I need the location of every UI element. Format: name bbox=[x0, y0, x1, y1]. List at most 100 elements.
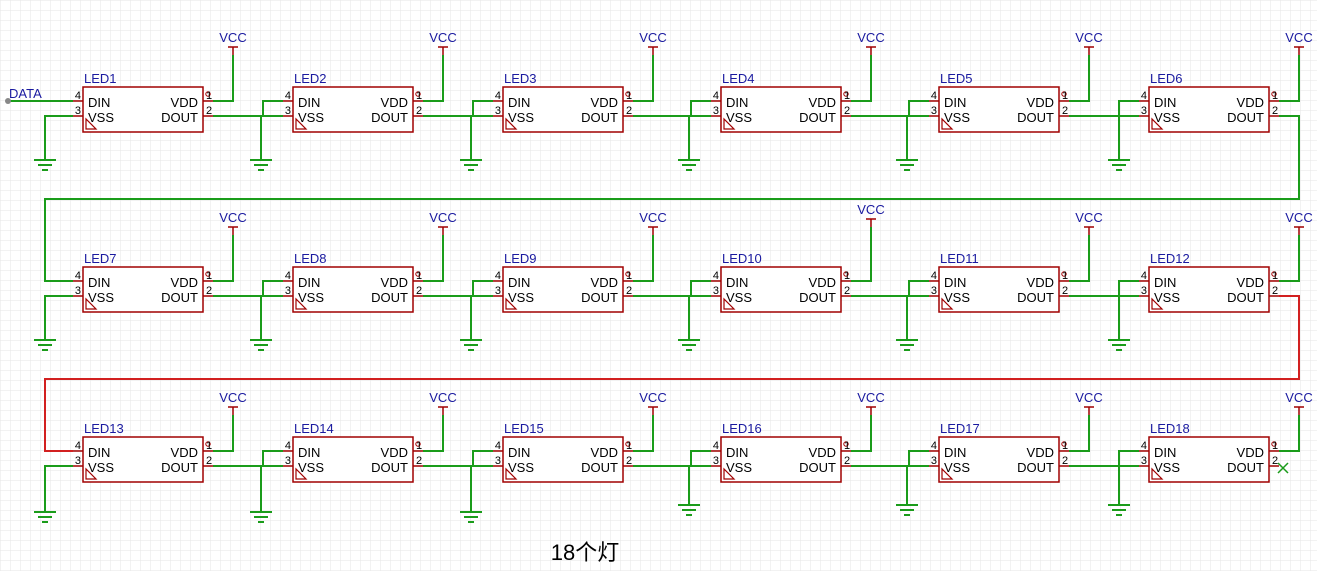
pin-label-dout: DOUT bbox=[581, 460, 618, 475]
pin-num-dout: 2 bbox=[1062, 455, 1068, 467]
pin-num-din: 4 bbox=[931, 270, 937, 282]
pin-label-dout: DOUT bbox=[1227, 460, 1264, 475]
pin-num-vss: 3 bbox=[931, 455, 937, 467]
pin-label-dout: DOUT bbox=[581, 290, 618, 305]
data-net-label: DATA bbox=[9, 86, 42, 101]
pin-num-vdd: 1 bbox=[844, 90, 850, 102]
led-ref-label: LED17 bbox=[940, 421, 980, 436]
pin-num-vss: 3 bbox=[931, 105, 937, 117]
pin-label-dout: DOUT bbox=[799, 290, 836, 305]
led-ref-label: LED3 bbox=[504, 71, 537, 86]
pin-label-dout: DOUT bbox=[371, 290, 408, 305]
pin-num-din: 4 bbox=[285, 270, 291, 282]
pin-label-din: DIN bbox=[1154, 95, 1176, 110]
pin-label-din: DIN bbox=[508, 445, 530, 460]
pin-label-vss: VSS bbox=[1154, 290, 1180, 305]
schematic-canvas[interactable]: LED1 4 3 1 2 DIN VSS VDD DOUT VCC LED2 4 3 1 2 DIN VSS VD… bbox=[0, 0, 1317, 571]
pin-num-din: 4 bbox=[931, 440, 937, 452]
pin-label-vdd: VDD bbox=[1237, 95, 1264, 110]
pin-label-din: DIN bbox=[298, 275, 320, 290]
led-ref-label: LED7 bbox=[84, 251, 117, 266]
pin-label-vss: VSS bbox=[298, 110, 324, 125]
pin-num-vss: 3 bbox=[931, 285, 937, 297]
pin-num-vss: 3 bbox=[75, 285, 81, 297]
pin-num-dout: 2 bbox=[844, 105, 850, 117]
pin-num-vss: 3 bbox=[713, 105, 719, 117]
pin-label-vdd: VDD bbox=[381, 445, 408, 460]
pin-num-din: 4 bbox=[495, 440, 501, 452]
pin-label-vdd: VDD bbox=[591, 95, 618, 110]
vcc-label: VCC bbox=[639, 390, 666, 405]
pin-num-vss: 3 bbox=[495, 455, 501, 467]
pin-label-din: DIN bbox=[88, 275, 110, 290]
pin-num-vss: 3 bbox=[1141, 105, 1147, 117]
pin-label-vdd: VDD bbox=[809, 445, 836, 460]
led-ref-label: LED8 bbox=[294, 251, 327, 266]
pin-num-din: 4 bbox=[1141, 270, 1147, 282]
pin-num-dout: 2 bbox=[626, 105, 632, 117]
pin-num-vdd: 1 bbox=[416, 440, 422, 452]
pin-label-dout: DOUT bbox=[161, 460, 198, 475]
vcc-label: VCC bbox=[857, 202, 884, 217]
pin-num-din: 4 bbox=[713, 270, 719, 282]
pin-label-vdd: VDD bbox=[1237, 275, 1264, 290]
led-ref-label: LED9 bbox=[504, 251, 537, 266]
pin-num-din: 4 bbox=[495, 90, 501, 102]
pin-label-vdd: VDD bbox=[1027, 275, 1054, 290]
pin-label-vdd: VDD bbox=[171, 445, 198, 460]
pin-num-din: 4 bbox=[75, 440, 81, 452]
pin-num-vdd: 1 bbox=[1062, 90, 1068, 102]
pin-label-din: DIN bbox=[944, 445, 966, 460]
pin-num-vss: 3 bbox=[713, 455, 719, 467]
pin-label-dout: DOUT bbox=[1227, 110, 1264, 125]
led-ref-label: LED15 bbox=[504, 421, 544, 436]
pin-label-vdd: VDD bbox=[591, 445, 618, 460]
pin-label-vdd: VDD bbox=[809, 95, 836, 110]
vcc-label: VCC bbox=[1075, 390, 1102, 405]
pin-num-din: 4 bbox=[285, 90, 291, 102]
pin-num-vss: 3 bbox=[495, 285, 501, 297]
pin-label-din: DIN bbox=[1154, 445, 1176, 460]
pin-label-dout: DOUT bbox=[371, 460, 408, 475]
pin-label-vss: VSS bbox=[944, 460, 970, 475]
pin-num-vdd: 1 bbox=[206, 90, 212, 102]
pin-num-dout: 2 bbox=[416, 105, 422, 117]
vcc-label: VCC bbox=[857, 390, 884, 405]
vcc-label: VCC bbox=[857, 30, 884, 45]
vcc-label: VCC bbox=[429, 390, 456, 405]
pin-num-vss: 3 bbox=[1141, 285, 1147, 297]
pin-num-dout: 2 bbox=[206, 455, 212, 467]
pin-label-vdd: VDD bbox=[381, 275, 408, 290]
pin-label-vdd: VDD bbox=[381, 95, 408, 110]
pin-num-dout: 2 bbox=[206, 285, 212, 297]
pin-num-dout: 2 bbox=[1272, 455, 1278, 467]
pin-num-dout: 2 bbox=[626, 455, 632, 467]
pin-label-din: DIN bbox=[298, 445, 320, 460]
pin-num-vdd: 1 bbox=[626, 90, 632, 102]
pin-num-vss: 3 bbox=[1141, 455, 1147, 467]
pin-num-vdd: 1 bbox=[1272, 440, 1278, 452]
pin-num-vdd: 1 bbox=[206, 270, 212, 282]
pin-label-din: DIN bbox=[944, 275, 966, 290]
pin-num-vss: 3 bbox=[285, 105, 291, 117]
pin-num-din: 4 bbox=[931, 90, 937, 102]
pin-label-vss: VSS bbox=[88, 110, 114, 125]
pin-label-dout: DOUT bbox=[799, 110, 836, 125]
vcc-label: VCC bbox=[1285, 210, 1312, 225]
pin-label-vss: VSS bbox=[1154, 110, 1180, 125]
led-ref-label: LED16 bbox=[722, 421, 762, 436]
pin-label-vss: VSS bbox=[944, 110, 970, 125]
vcc-label: VCC bbox=[1285, 30, 1312, 45]
pin-label-vss: VSS bbox=[88, 460, 114, 475]
pin-num-vdd: 1 bbox=[1062, 270, 1068, 282]
vcc-label: VCC bbox=[639, 30, 666, 45]
schematic-svg: LED14312DINVSSVDDDOUTVCCLED24312DINVSSVD… bbox=[0, 0, 1317, 571]
pin-label-din: DIN bbox=[726, 445, 748, 460]
pin-num-dout: 2 bbox=[1062, 285, 1068, 297]
pin-num-dout: 2 bbox=[1272, 105, 1278, 117]
pin-num-vss: 3 bbox=[495, 105, 501, 117]
pin-num-vdd: 1 bbox=[844, 440, 850, 452]
pin-label-vss: VSS bbox=[508, 290, 534, 305]
pin-num-din: 4 bbox=[285, 440, 291, 452]
pin-num-vss: 3 bbox=[713, 285, 719, 297]
